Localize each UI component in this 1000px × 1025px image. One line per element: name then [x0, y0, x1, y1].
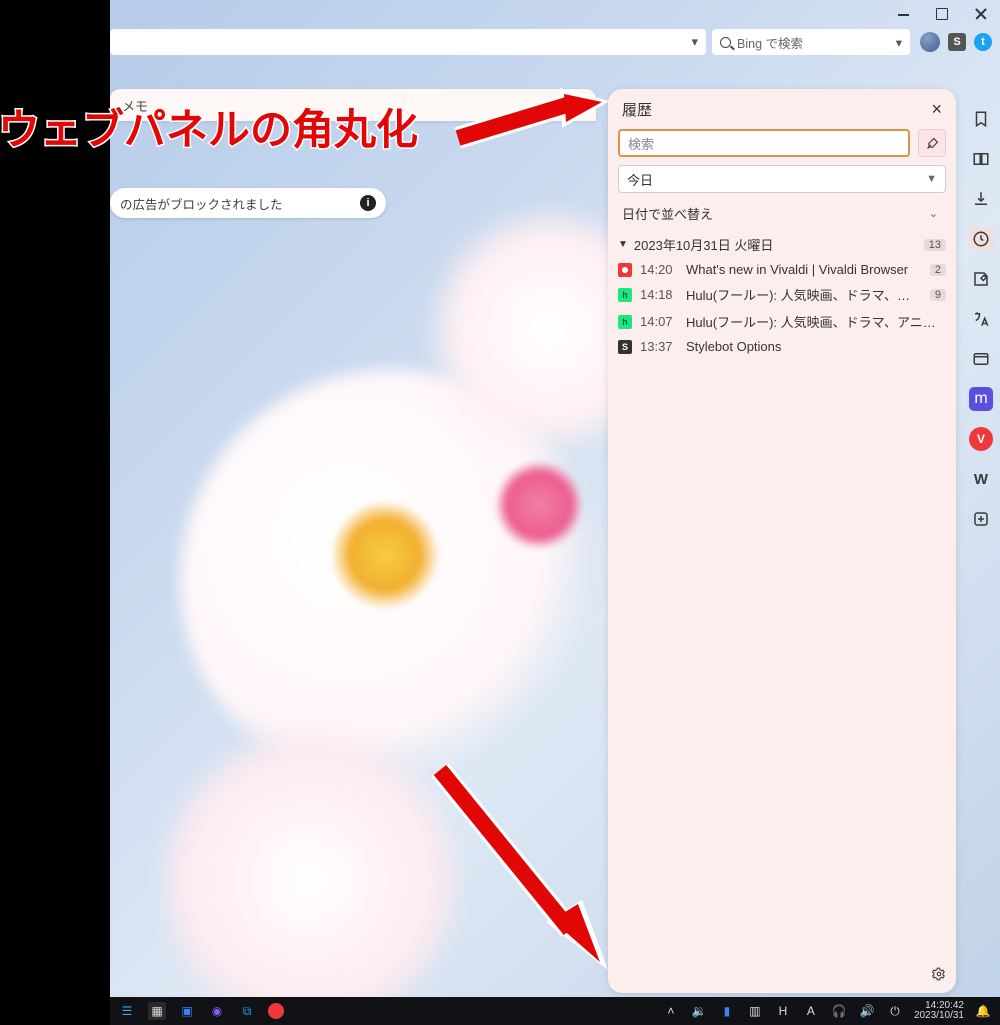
minimize-button[interactable] — [898, 8, 910, 20]
window-controls — [892, 4, 992, 24]
annotation-arrow-top — [450, 86, 620, 156]
downloads-panel-button[interactable] — [969, 187, 993, 211]
favicon-stylebot-icon: S — [618, 340, 632, 354]
history-item[interactable]: h 14:07 Hulu(フールー): 人気映画、ドラマ、アニメが見放… — [618, 308, 946, 335]
history-item[interactable]: S 13:37 Stylebot Options — [618, 335, 946, 358]
history-search-input[interactable]: 検索 — [618, 129, 910, 157]
history-item-time: 14:20 — [640, 262, 678, 277]
taskbar-app-icon[interactable]: ▦ — [148, 1002, 166, 1020]
clock-date: 2023/10/31 — [914, 1011, 964, 1021]
close-button[interactable] — [974, 8, 986, 20]
chevron-down-icon[interactable]: ▾ — [896, 35, 902, 50]
history-date-text: 2023年10月31日 火曜日 — [634, 235, 773, 254]
history-item-time: 14:18 — [640, 287, 678, 302]
tray-letter-icon[interactable]: H — [774, 1002, 792, 1020]
history-item-badge: 9 — [930, 289, 946, 301]
tray-letter-icon[interactable]: A — [802, 1002, 820, 1020]
taskbar: ☰ ▦ ▣ ◉ ⧉ ˄ 🔉 ▮ ▥ H A 🎧 🔊 ⏻ 14:20:42 202… — [110, 997, 1000, 1025]
search-placeholder: Bing で検索 — [737, 33, 803, 52]
history-title: 履歴 — [622, 99, 652, 120]
chevron-down-icon: ▼ — [926, 173, 937, 185]
history-sort-label: 日付で並べ替え — [622, 204, 713, 223]
history-item-title: Stylebot Options — [686, 339, 946, 354]
wikipedia-panel-button[interactable]: W — [969, 467, 993, 491]
profile-avatar[interactable] — [920, 32, 940, 52]
taskbar-stack-icon[interactable]: ☰ — [118, 1002, 136, 1020]
close-icon[interactable]: × — [931, 99, 942, 120]
taskbar-vscode-icon[interactable]: ⧉ — [238, 1002, 256, 1020]
adblock-text: の広告がブロックされました — [120, 194, 283, 213]
taskbar-clock[interactable]: 14:20:42 2023/10/31 — [914, 1001, 964, 1021]
tray-app-icon[interactable]: ▥ — [746, 1002, 764, 1020]
triangle-down-icon: ▼ — [618, 239, 628, 250]
history-range-value: 今日 — [627, 170, 653, 189]
adblock-notice: の広告がブロックされました i — [110, 188, 386, 218]
history-item-title: What's new in Vivaldi | Vivaldi Browser — [686, 262, 922, 277]
history-date-header[interactable]: ▼ 2023年10月31日 火曜日 13 — [618, 231, 946, 258]
tray-volume-icon[interactable]: 🔊 — [858, 1002, 876, 1020]
tray-power-icon[interactable]: ⏻ — [886, 1002, 904, 1020]
tray-notifications-icon[interactable]: 🔔 — [974, 1002, 992, 1020]
taskbar-vivaldi-icon[interactable] — [268, 1003, 284, 1019]
mastodon-panel-button[interactable]: m — [969, 387, 993, 411]
chevron-down-icon[interactable]: ▾ — [691, 34, 698, 50]
history-range-select[interactable]: 今日 ▼ — [618, 165, 946, 193]
taskbar-app-icon[interactable]: ▣ — [178, 1002, 196, 1020]
history-item-title: Hulu(フールー): 人気映画、ドラマ、アニメが見… — [686, 285, 922, 304]
favicon-hulu-icon: h — [618, 315, 632, 329]
history-list: ▼ 2023年10月31日 火曜日 13 14:20 What's new in… — [608, 231, 956, 358]
info-icon[interactable]: i — [360, 195, 376, 211]
search-input[interactable]: Bing で検索 ▾ — [712, 29, 910, 55]
history-date-count: 13 — [924, 239, 946, 251]
maximize-button[interactable] — [936, 8, 948, 20]
taskbar-app-icon[interactable]: ◉ — [208, 1002, 226, 1020]
notes-panel-button[interactable] — [969, 267, 993, 291]
history-panel: 履歴 × 検索 今日 ▼ 日付で並べ替え ⌄ ▼ 2023年10月31日 火曜日… — [608, 89, 956, 993]
add-panel-button[interactable] — [969, 507, 993, 531]
history-item[interactable]: 14:20 What's new in Vivaldi | Vivaldi Br… — [618, 258, 946, 281]
address-input[interactable]: ▾ — [110, 29, 706, 55]
favicon-hulu-icon: h — [618, 288, 632, 302]
annotation-arrow-bottom — [420, 760, 620, 980]
annotation-title: ウェブパネルの角丸化 — [0, 96, 418, 157]
search-icon — [720, 37, 731, 48]
tray-headset-icon[interactable]: 🎧 — [830, 1002, 848, 1020]
history-item-title: Hulu(フールー): 人気映画、ドラマ、アニメが見放… — [686, 312, 946, 331]
clear-history-button[interactable] — [918, 129, 946, 157]
address-bar-row: ▾ Bing で検索 ▾ S t — [110, 28, 992, 56]
history-item-time: 13:37 — [640, 339, 678, 354]
tray-app-icon[interactable]: ▮ — [718, 1002, 736, 1020]
translate-panel-button[interactable] — [969, 307, 993, 331]
history-sort-select[interactable]: 日付で並べ替え ⌄ — [618, 199, 946, 227]
reading-list-panel-button[interactable] — [969, 147, 993, 171]
vivaldi-panel-button[interactable]: V — [969, 427, 993, 451]
favicon-vivaldi-icon — [618, 263, 632, 277]
extension-stylebot-icon[interactable]: S — [948, 33, 966, 51]
side-panel-rail: m V W — [962, 89, 1000, 993]
history-item[interactable]: h 14:18 Hulu(フールー): 人気映画、ドラマ、アニメが見… 9 — [618, 281, 946, 308]
tray-chevron-up-icon[interactable]: ˄ — [662, 1002, 680, 1020]
history-search-placeholder: 検索 — [628, 134, 654, 153]
bookmarks-panel-button[interactable] — [969, 107, 993, 131]
extension-twitter-icon[interactable]: t — [974, 33, 992, 51]
window-panel-button[interactable] — [969, 347, 993, 371]
history-item-time: 14:07 — [640, 314, 678, 329]
gear-icon[interactable] — [932, 967, 946, 986]
history-item-badge: 2 — [930, 264, 946, 276]
chevron-down-icon: ⌄ — [929, 207, 938, 220]
history-panel-button[interactable] — [969, 227, 993, 251]
tray-volume-icon[interactable]: 🔉 — [690, 1002, 708, 1020]
